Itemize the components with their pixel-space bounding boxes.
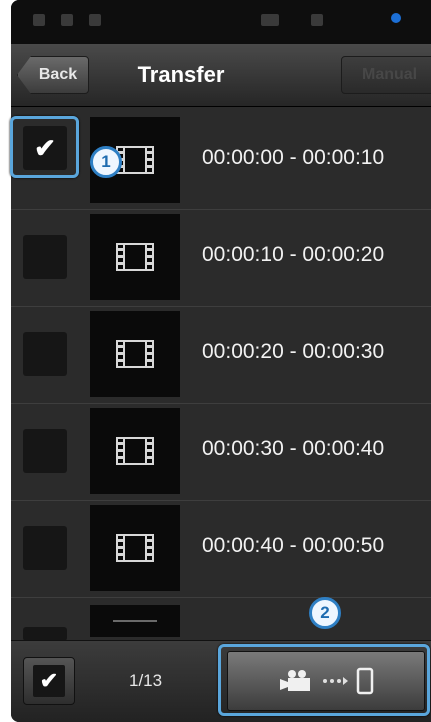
status-icon: [61, 14, 73, 26]
list-item[interactable]: 00:00:10 - 00:00:20: [11, 209, 431, 307]
clip-time-range: 00:00:00 - 00:00:10: [202, 146, 385, 169]
page-title: Transfer: [137, 62, 225, 87]
film-icon: [116, 437, 154, 465]
list-item-partial: [11, 597, 431, 641]
film-icon: [116, 340, 154, 368]
clip-time-range: 00:00:10 - 00:00:20: [202, 243, 385, 266]
row-checkbox[interactable]: [23, 235, 67, 279]
clip-time-range: 00:00:30 - 00:00:40: [202, 437, 385, 460]
row-checkbox[interactable]: [23, 429, 67, 473]
select-all-button[interactable]: ✔: [23, 657, 75, 705]
list-item[interactable]: 00:00:30 - 00:00:40: [11, 403, 431, 501]
clip-time-range: 00:00:40 - 00:00:50: [202, 534, 385, 557]
film-icon: [116, 243, 154, 271]
status-icon: [33, 14, 45, 26]
callout-badge-1: 1: [90, 146, 122, 178]
signal-icon: [261, 14, 279, 26]
title-bar: Back Transfer Manual: [11, 44, 431, 107]
callout-highlight-transfer: [218, 644, 430, 716]
app-screen: Back Transfer Manual ✔ 00:00:00 - 00:00:1…: [11, 0, 431, 722]
check-icon: ✔: [33, 665, 65, 697]
clip-thumbnail: [90, 408, 180, 494]
status-bar: [11, 0, 431, 44]
film-icon: [113, 620, 157, 622]
callout-highlight-checkbox: [10, 116, 79, 178]
row-checkbox[interactable]: [23, 526, 67, 570]
film-icon: [116, 534, 154, 562]
callout-badge-2: 2: [309, 597, 341, 629]
clip-thumbnail: [90, 311, 180, 397]
status-icon: [89, 14, 101, 26]
selection-counter: 1/13: [129, 671, 163, 690]
clip-thumbnail: [90, 505, 180, 591]
clip-thumbnail: [90, 214, 180, 300]
notification-dot-icon: [391, 13, 401, 23]
list-item[interactable]: 00:00:40 - 00:00:50: [11, 500, 431, 598]
row-checkbox[interactable]: [23, 332, 67, 376]
manual-button[interactable]: Manual: [341, 56, 431, 94]
clip-time-range: 00:00:20 - 00:00:30: [202, 340, 385, 363]
row-checkbox[interactable]: [23, 627, 67, 641]
clip-thumbnail: [90, 605, 180, 637]
list-item[interactable]: 00:00:20 - 00:00:30: [11, 306, 431, 404]
status-icon: [311, 14, 323, 26]
